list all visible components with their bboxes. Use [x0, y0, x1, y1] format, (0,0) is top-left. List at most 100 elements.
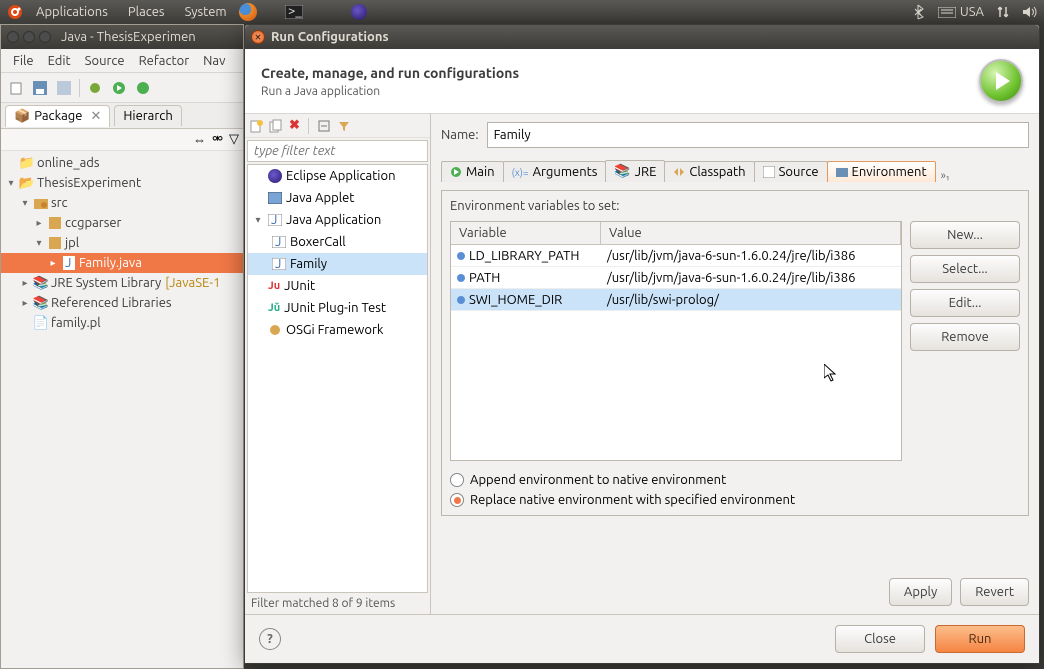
volume-icon[interactable] — [1022, 5, 1038, 19]
close-icon[interactable]: ✕ — [90, 109, 101, 124]
menu-file[interactable]: File — [7, 52, 40, 70]
tab-arguments[interactable]: (x)=Arguments — [503, 161, 607, 182]
collapse-icon[interactable]: ⇔ — [193, 132, 206, 147]
jre-icon: 📚 — [614, 164, 630, 179]
menu-edit[interactable]: Edit — [42, 52, 77, 70]
tab-classpath[interactable]: Classpath — [664, 161, 754, 182]
tree-item-ccgparser[interactable]: ▸ccgparser — [1, 213, 243, 233]
config-boxercall[interactable]: JBoxerCall — [248, 231, 427, 253]
tree-item-jre[interactable]: ▸📚JRE System Library[JavaSE-1 — [1, 273, 243, 293]
config-java-applet[interactable]: Java Applet — [248, 187, 427, 209]
col-value[interactable]: Value — [601, 222, 901, 244]
config-family[interactable]: JFamily — [248, 253, 427, 275]
terminal-icon[interactable]: >_ — [285, 3, 303, 21]
menu-refactor[interactable]: Refactor — [133, 52, 196, 70]
delete-config-icon[interactable]: ✖ — [289, 118, 300, 133]
tab-source[interactable]: Source — [754, 161, 828, 182]
run-last-icon[interactable] — [134, 79, 152, 97]
source-folder-icon — [33, 195, 49, 211]
menu-places[interactable]: Places — [120, 3, 173, 21]
svg-text:>_: >_ — [288, 5, 302, 18]
config-junit-plugin[interactable]: JŭJUnit Plug-in Test — [248, 297, 427, 319]
tab-overflow-icon[interactable]: »₁ — [941, 170, 950, 182]
view-menu-icon[interactable]: ▽ — [229, 132, 239, 147]
edit-button[interactable]: Edit... — [910, 289, 1020, 317]
debug-icon[interactable] — [86, 79, 104, 97]
config-java-app[interactable]: ▾JJava Application — [248, 209, 427, 231]
remove-button[interactable]: Remove — [910, 323, 1020, 351]
eclipse-launcher-icon[interactable] — [351, 4, 367, 20]
java-launch-icon: J — [272, 258, 286, 270]
java-app-icon: J — [268, 214, 282, 226]
save-icon[interactable] — [31, 79, 49, 97]
keyboard-indicator[interactable]: USA — [938, 5, 984, 19]
link-icon[interactable]: ⚮ — [212, 132, 223, 147]
run-button[interactable]: Run — [935, 625, 1025, 653]
col-variable[interactable]: Variable — [451, 222, 601, 244]
eclipse-toolbar — [1, 73, 243, 103]
env-row-swi-home-dir[interactable]: SWI_HOME_DIR /usr/lib/swi-prolog/ — [451, 289, 901, 311]
tab-package-explorer[interactable]: 📦Package✕ — [5, 105, 110, 127]
network-icon[interactable] — [996, 5, 1010, 19]
help-icon[interactable]: ? — [259, 628, 281, 650]
menu-applications[interactable]: Applications — [28, 3, 116, 21]
svg-text:J: J — [275, 258, 281, 270]
tree-item-jpl[interactable]: ▾jpl — [1, 233, 243, 253]
args-icon: (x)= — [512, 167, 529, 178]
tree-item-ref-libs[interactable]: ▸📚Referenced Libraries — [1, 293, 243, 313]
var-icon — [457, 296, 465, 304]
project-icon: 📂 — [19, 175, 35, 191]
env-row-ld-library-path[interactable]: LD_LIBRARY_PATH /usr/lib/jvm/java-6-sun-… — [451, 245, 901, 267]
window-close-icon[interactable] — [7, 31, 19, 43]
collapse-all-icon[interactable] — [317, 119, 331, 133]
filter-icon[interactable] — [337, 119, 351, 133]
window-min-icon[interactable] — [23, 31, 35, 43]
firefox-icon[interactable] — [239, 3, 257, 21]
config-osgi[interactable]: OSGi Framework — [248, 319, 427, 341]
tree-item-online-ads[interactable]: 📁online_ads — [1, 153, 243, 173]
tree-item-src[interactable]: ▾src — [1, 193, 243, 213]
tab-environment[interactable]: Environment — [827, 161, 936, 182]
revert-button[interactable]: Revert — [960, 578, 1029, 606]
select-button[interactable]: Select... — [910, 255, 1020, 283]
config-tabbar: Main (x)=Arguments 📚JRE Classpath Source… — [441, 156, 1029, 182]
dialog-subheading: Run a Java application — [261, 85, 519, 98]
osgi-icon — [268, 323, 282, 337]
menu-navigate[interactable]: Nav — [197, 52, 231, 70]
menu-system[interactable]: System — [177, 3, 235, 21]
menu-source[interactable]: Source — [79, 52, 131, 70]
config-eclipse-app[interactable]: Eclipse Application — [248, 165, 427, 187]
save-all-icon[interactable] — [55, 79, 73, 97]
apply-button[interactable]: Apply — [889, 578, 952, 606]
tab-jre[interactable]: 📚JRE — [605, 160, 665, 182]
close-button[interactable]: Close — [835, 625, 925, 653]
dialog-heading: Create, manage, and run configurations — [261, 65, 519, 81]
environment-tab-content: Environment variables to set: Variable V… — [441, 190, 1029, 516]
config-toolbar: ✖ — [245, 114, 430, 138]
run-configurations-dialog: ✕ Run Configurations Create, manage, and… — [244, 24, 1040, 664]
file-icon: 📄 — [33, 315, 49, 331]
filter-input[interactable] — [247, 140, 428, 162]
run-icon[interactable] — [110, 79, 128, 97]
tree-item-family-pl[interactable]: 📄family.pl — [1, 313, 243, 333]
bluetooth-icon[interactable] — [914, 4, 926, 20]
dialog-close-icon[interactable]: ✕ — [251, 30, 265, 44]
new-config-icon[interactable] — [249, 119, 263, 133]
name-input[interactable] — [487, 122, 1029, 148]
eclipse-main-window: Java - ThesisExperimen File Edit Source … — [0, 24, 244, 669]
radio-append[interactable]: Append environment to native environment — [450, 473, 1020, 487]
tree-item-family-java[interactable]: ▸JFamily.java — [1, 253, 243, 273]
tree-item-project[interactable]: ▾📂ThesisExperiment — [1, 173, 243, 193]
new-icon[interactable] — [7, 79, 25, 97]
env-row-path[interactable]: PATH /usr/lib/jvm/java-6-sun-1.6.0.24/jr… — [451, 267, 901, 289]
config-junit[interactable]: JuJUnit — [248, 275, 427, 297]
source-icon — [763, 166, 775, 178]
applet-icon — [268, 192, 282, 204]
window-max-icon[interactable] — [39, 31, 51, 43]
new-button[interactable]: New... — [910, 221, 1020, 249]
tab-main[interactable]: Main — [441, 161, 504, 182]
env-table[interactable]: Variable Value LD_LIBRARY_PATH /usr/lib/… — [450, 221, 902, 461]
duplicate-config-icon[interactable] — [269, 119, 283, 133]
radio-replace[interactable]: Replace native environment with specifie… — [450, 493, 1020, 507]
tab-hierarchy[interactable]: Hierarch — [114, 105, 181, 126]
